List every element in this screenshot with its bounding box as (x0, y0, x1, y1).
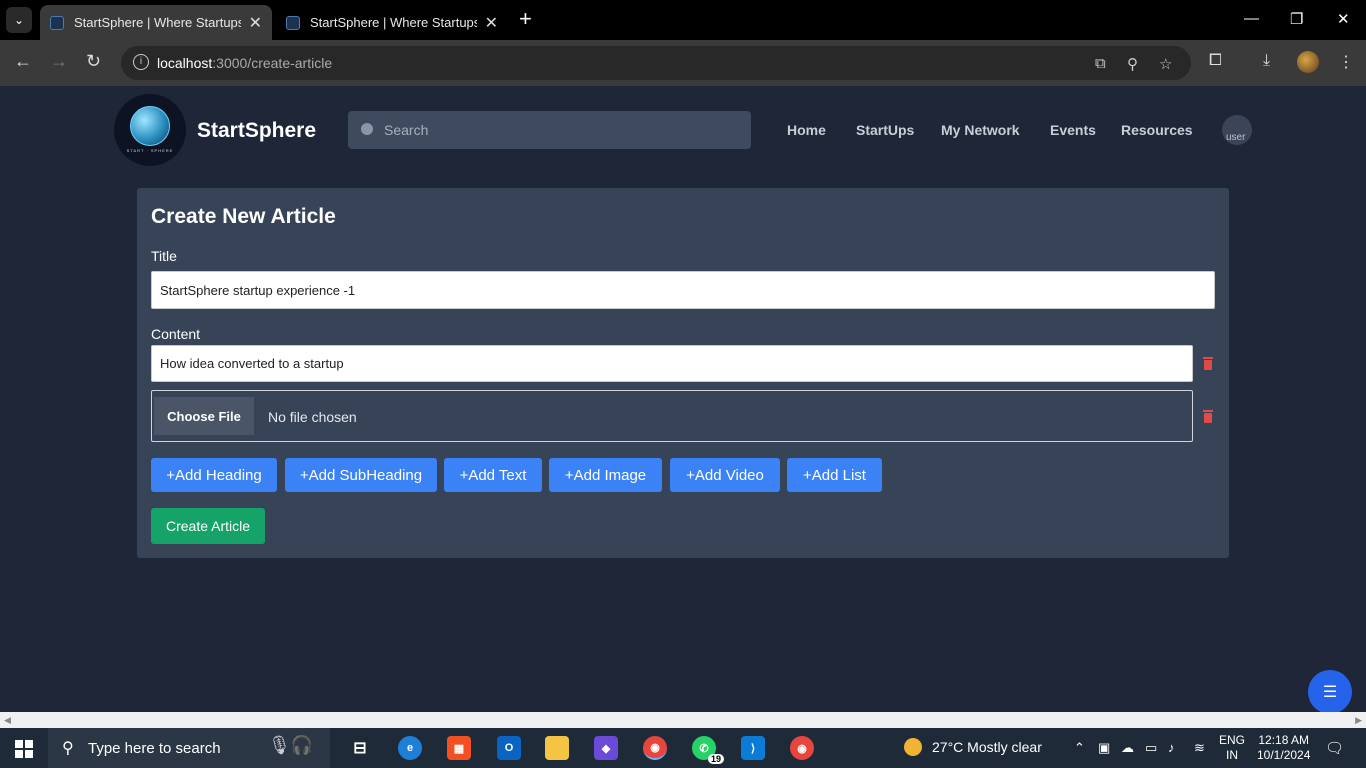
image-file-input[interactable]: Choose File No file chosen (151, 390, 1193, 442)
edge-icon[interactable]: e (398, 736, 422, 760)
nav-my-network[interactable]: My Network (941, 122, 1020, 138)
search-highlight-icon: 🎙🎧 (268, 735, 314, 755)
onedrive-icon[interactable]: ☁ (1121, 740, 1134, 756)
add-video-button[interactable]: +Add Video (670, 458, 780, 492)
restore-icon[interactable]: ❐ (1290, 10, 1303, 28)
close-window-icon[interactable]: ✕ (1337, 10, 1350, 28)
url-text: localhost:3000/create-article (157, 55, 333, 71)
browser-tabstrip: ⌄ StartSphere | Where Startups Ta ✕ Star… (0, 0, 1366, 40)
vscode-icon[interactable]: ⟩ (741, 736, 765, 760)
close-tab-icon[interactable]: ✕ (249, 13, 262, 33)
title-input[interactable]: StartSphere startup experience -1 (151, 271, 1215, 309)
tab-active[interactable]: StartSphere | Where Startups Ta ✕ (40, 5, 272, 40)
taskbar-search-placeholder: Type here to search (88, 740, 221, 757)
language-indicator[interactable]: ENG IN (1219, 733, 1245, 763)
brand-name[interactable]: StartSphere (197, 119, 316, 143)
clock-date: 10/1/2024 (1257, 748, 1311, 762)
outlook-icon[interactable]: O (497, 736, 521, 760)
app-header: START · SPHERE StartSphere Home StartUps… (0, 86, 1366, 174)
install-app-icon[interactable]: ⧉ (1095, 55, 1106, 72)
weather-widget[interactable]: 27°C Mostly clear (904, 738, 1042, 756)
meet-now-icon[interactable]: ▣ (1098, 740, 1110, 756)
favicon-icon (50, 15, 64, 30)
new-tab-button[interactable]: + (519, 8, 532, 30)
globe-icon (130, 106, 170, 146)
battery-icon[interactable]: ▭ (1145, 740, 1157, 756)
startsphere-logo[interactable]: START · SPHERE (114, 94, 186, 166)
minimize-icon[interactable]: — (1244, 10, 1259, 27)
windows-taskbar: ⚲ Type here to search 🎙🎧 ⊟ e ▦ O ◆ ◉ ✆ 19… (0, 728, 1366, 768)
content-label: Content (151, 326, 201, 342)
close-tab-icon[interactable]: ✕ (485, 13, 498, 33)
search-icon (361, 123, 373, 135)
horizontal-scrollbar[interactable]: ◀ ▶ (0, 712, 1366, 728)
tab-search-button[interactable]: ⌄ (6, 7, 32, 33)
tab-title: StartSphere | Where Startups Ta (310, 15, 477, 30)
search-icon: ⚲ (62, 740, 74, 757)
search-container (348, 111, 751, 149)
browser-toolbar: ← → ↻ i localhost:3000/create-article ⧉ … (0, 40, 1366, 86)
zoom-icon[interactable]: ⚲ (1127, 55, 1138, 73)
whatsapp-badge: 19 (707, 754, 724, 764)
add-heading-button[interactable]: +Add Heading (151, 458, 277, 492)
floating-menu-button[interactable]: ☰ (1308, 670, 1352, 714)
tab-title: StartSphere | Where Startups Ta (74, 15, 241, 30)
file-explorer-icon[interactable] (545, 736, 569, 760)
delete-trash-icon[interactable] (1203, 357, 1213, 370)
taskbar-search[interactable]: ⚲ Type here to search 🎙🎧 (48, 728, 330, 768)
forward-icon[interactable]: → (50, 52, 68, 70)
user-avatar[interactable]: user (1222, 115, 1252, 145)
downloads-icon[interactable]: ⤓ (1263, 52, 1270, 70)
title-label: Title (151, 248, 177, 264)
weather-text: 27°C Mostly clear (932, 739, 1042, 755)
notifications-icon[interactable]: 🗨 (1325, 739, 1344, 757)
extensions-icon[interactable]: ⧠ (1209, 52, 1222, 70)
create-article-card: Create New Article Title StartSphere sta… (137, 188, 1229, 558)
back-icon[interactable]: ← (14, 52, 32, 70)
tab-inactive[interactable]: StartSphere | Where Startups Ta ✕ (276, 5, 508, 40)
windows-start-icon[interactable] (15, 740, 33, 758)
page-title: Create New Article (151, 205, 336, 228)
tray-overflow-icon[interactable]: ⌃ (1074, 740, 1085, 756)
chrome-icon[interactable]: ◉ (643, 736, 667, 760)
avatar-alt-text: user (1226, 132, 1246, 143)
copilot-icon[interactable]: ◆ (594, 736, 618, 760)
menu-kebab-icon[interactable]: ⋮ (1338, 52, 1354, 72)
create-article-button[interactable]: Create Article (151, 508, 265, 544)
delete-trash-icon[interactable] (1203, 410, 1213, 423)
nav-startups[interactable]: StartUps (856, 122, 914, 138)
profile-avatar[interactable] (1297, 51, 1319, 73)
whatsapp-icon[interactable]: ✆ 19 (692, 736, 724, 764)
store-icon[interactable]: ▦ (447, 736, 471, 760)
reload-icon[interactable]: ↻ (86, 52, 101, 70)
scroll-right-icon[interactable]: ▶ (1355, 715, 1362, 726)
site-info-icon[interactable]: i (133, 54, 149, 70)
nav-home[interactable]: Home (787, 122, 826, 138)
choose-file-button[interactable]: Choose File (154, 397, 254, 435)
search-input[interactable] (384, 111, 744, 149)
add-image-button[interactable]: +Add Image (549, 458, 662, 492)
favicon-icon (286, 15, 300, 30)
file-status: No file chosen (268, 409, 357, 425)
weather-icon (904, 738, 922, 756)
bookmark-star-icon[interactable]: ☆ (1159, 55, 1172, 73)
clock-time: 12:18 AM (1258, 733, 1310, 747)
wifi-icon[interactable]: ≋ (1194, 740, 1205, 756)
add-subheading-button[interactable]: +Add SubHeading (285, 458, 437, 492)
clock[interactable]: 12:18 AM 10/1/2024 (1257, 733, 1310, 763)
nav-resources[interactable]: Resources (1121, 122, 1193, 138)
chrome-profile-icon[interactable]: ◉ (790, 736, 814, 760)
logo-wordmark: START · SPHERE (126, 148, 174, 153)
address-bar[interactable]: i localhost:3000/create-article ⧉ ⚲ ☆ (121, 46, 1191, 80)
add-text-button[interactable]: +Add Text (444, 458, 542, 492)
volume-icon[interactable]: ♪ (1168, 740, 1175, 755)
nav-events[interactable]: Events (1050, 122, 1096, 138)
content-text-input[interactable]: How idea converted to a startup (151, 345, 1193, 382)
task-view-icon[interactable]: ⊟ (348, 736, 372, 760)
add-list-button[interactable]: +Add List (787, 458, 882, 492)
scroll-left-icon[interactable]: ◀ (4, 715, 11, 726)
